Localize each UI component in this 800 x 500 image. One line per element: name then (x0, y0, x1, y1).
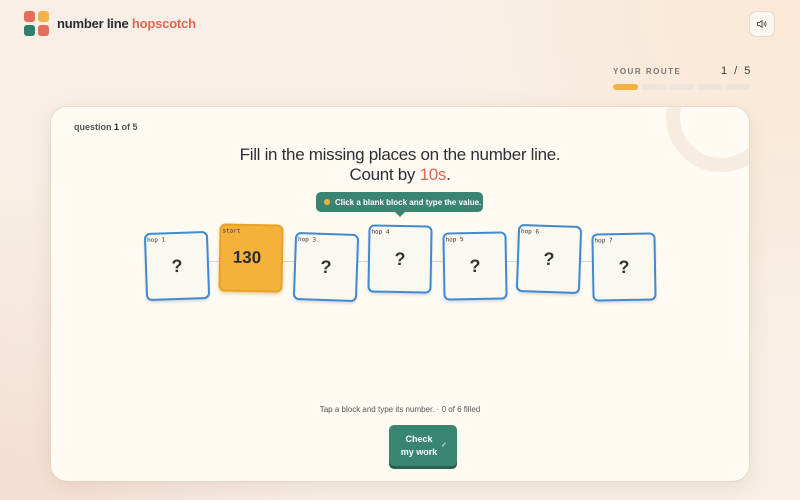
question-label: question (74, 122, 112, 132)
question-card: question 1 of 5 Fill in the missing plac… (51, 107, 749, 481)
route-label: YOUR ROUTE (613, 67, 682, 76)
app-logo (24, 11, 50, 37)
tile-value: ? (469, 255, 481, 276)
route-segment (669, 84, 694, 90)
hint-text: Click a blank block and type the value. (335, 197, 482, 207)
speaker-icon (757, 19, 767, 29)
tile-value: ? (618, 256, 630, 277)
prompt-prefix: Count by (349, 165, 420, 184)
prompt-line-2: Count by 10s. (51, 165, 749, 185)
hint-tooltip: Click a blank block and type the value. (316, 192, 483, 217)
tile-tag: hop 5 (445, 236, 464, 244)
hop-tile[interactable]: hop 3? (292, 231, 360, 303)
route-segment (697, 84, 722, 90)
tile-tag: hop 1 (146, 236, 166, 245)
question-total: of 5 (121, 122, 138, 132)
route-progress (613, 84, 750, 90)
check-icon: ✓ (441, 442, 447, 449)
hop-tile[interactable]: hop 7? (591, 232, 657, 302)
prompt-line-1: Fill in the missing places on the number… (239, 145, 561, 164)
question-number: 1 (114, 122, 120, 132)
route-segment (641, 84, 666, 90)
tile-value: ? (543, 248, 555, 269)
route-count: 1 / 5 (721, 65, 753, 77)
status-text: Tap a block and type its number. · 0 of … (319, 405, 481, 414)
check-work-button[interactable]: Check my work ✓ (389, 425, 457, 466)
route-segment (725, 84, 750, 90)
hop-tile[interactable]: hop 5? (442, 231, 508, 301)
tile-tag: start (222, 227, 241, 235)
tile-tag: hop 7 (594, 237, 613, 245)
app-title-part1: number line (57, 16, 129, 31)
app-title-part2: hopscotch (131, 16, 196, 31)
prompt-suffix: . (446, 165, 451, 184)
route-segment (613, 84, 638, 90)
hop-tile[interactable]: hop 1? (143, 230, 211, 302)
start-tile: start 130 (218, 223, 284, 293)
tile-value: ? (171, 255, 183, 276)
tile-tag: hop 3 (297, 236, 317, 244)
tile-tag: hop 6 (520, 228, 540, 236)
tile-value: ? (320, 256, 332, 277)
check-work-label: Check my work (400, 433, 438, 457)
tile-value: 130 (232, 247, 262, 268)
hop-tile[interactable]: hop 4? (367, 224, 433, 294)
hint-dot-icon (324, 199, 330, 205)
question-prompt: Fill in the missing places on the number… (51, 145, 749, 185)
question-counter: question 1 of 5 (74, 122, 138, 132)
hop-tile[interactable]: hop 6? (515, 223, 583, 295)
sound-button[interactable] (749, 11, 775, 37)
tile-tag: hop 4 (371, 228, 390, 236)
app-title: number line hopscotch (57, 16, 196, 31)
tile-value: ? (394, 248, 406, 269)
count-step: 10s (419, 165, 447, 184)
